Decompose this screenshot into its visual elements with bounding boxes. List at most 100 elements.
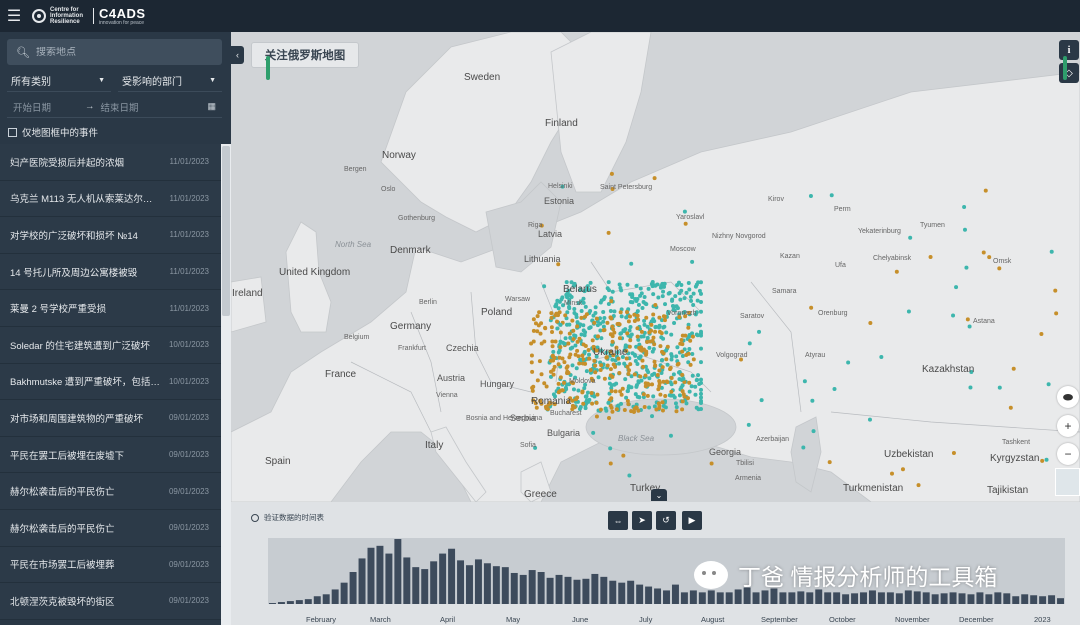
event-marker[interactable]	[606, 230, 611, 235]
event-marker[interactable]	[639, 348, 644, 353]
event-marker[interactable]	[622, 407, 627, 412]
event-marker[interactable]	[686, 281, 691, 286]
event-list-item[interactable]: Soledar 的住宅建筑遭到广泛破坏 10/01/2023	[0, 326, 221, 364]
event-marker[interactable]	[572, 307, 577, 312]
event-marker[interactable]	[587, 352, 592, 357]
event-marker[interactable]	[1011, 366, 1016, 371]
event-marker[interactable]	[614, 407, 619, 412]
event-marker[interactable]	[581, 401, 586, 406]
event-marker[interactable]	[684, 290, 689, 295]
event-marker[interactable]	[584, 369, 589, 374]
event-marker[interactable]	[580, 389, 585, 394]
event-marker[interactable]	[635, 326, 640, 331]
event-list-scrollbar[interactable]	[221, 144, 231, 625]
event-marker[interactable]	[574, 315, 579, 320]
event-marker[interactable]	[673, 294, 678, 299]
event-marker[interactable]	[660, 408, 665, 413]
event-marker[interactable]	[575, 395, 580, 400]
event-marker[interactable]	[563, 336, 568, 341]
search-box[interactable]: 🔍︎	[7, 39, 222, 65]
event-marker[interactable]	[757, 329, 762, 334]
event-marker[interactable]	[1049, 249, 1054, 254]
event-marker[interactable]	[636, 317, 641, 322]
event-marker[interactable]	[558, 345, 563, 350]
event-marker[interactable]	[643, 301, 648, 306]
event-marker[interactable]	[570, 318, 575, 323]
event-marker[interactable]	[962, 227, 967, 232]
event-marker[interactable]	[636, 355, 641, 360]
event-marker[interactable]	[625, 331, 630, 336]
event-marker[interactable]	[832, 386, 837, 391]
event-marker[interactable]	[595, 392, 600, 397]
event-marker[interactable]	[657, 368, 662, 373]
event-marker[interactable]	[642, 295, 647, 300]
event-marker[interactable]	[625, 282, 630, 287]
event-marker[interactable]	[652, 342, 657, 347]
event-marker[interactable]	[1053, 288, 1058, 293]
event-marker[interactable]	[657, 405, 662, 410]
event-list-item[interactable]: 妇产医院受损后并起的浓烟 11/01/2023	[0, 144, 221, 181]
event-marker[interactable]	[612, 382, 617, 387]
event-marker[interactable]	[699, 395, 703, 400]
event-list-item[interactable]: 赫尔松袭击后的平民伤亡 09/01/2023	[0, 509, 221, 547]
event-marker[interactable]	[867, 417, 872, 422]
event-marker[interactable]	[581, 328, 586, 333]
event-marker[interactable]	[649, 319, 654, 324]
reset-icon[interactable]: ↺	[656, 511, 676, 530]
cir-logo[interactable]: Centre for Information Resilience	[32, 7, 88, 25]
event-marker[interactable]	[626, 371, 631, 376]
event-marker[interactable]	[555, 298, 560, 303]
event-marker[interactable]	[889, 471, 894, 476]
collapse-sidebar-button[interactable]: ‹	[231, 46, 244, 64]
event-marker[interactable]	[542, 381, 547, 386]
timeline-toggle-chevron-icon[interactable]: ⌄	[651, 489, 667, 501]
event-marker[interactable]	[618, 310, 623, 315]
event-marker[interactable]	[650, 372, 655, 377]
event-marker[interactable]	[590, 338, 595, 343]
event-marker[interactable]	[709, 461, 714, 466]
event-marker[interactable]	[680, 353, 685, 358]
timeline-range-handle-start[interactable]	[266, 56, 270, 80]
event-marker[interactable]	[576, 388, 581, 393]
event-marker[interactable]	[693, 384, 698, 389]
event-marker[interactable]	[617, 336, 622, 341]
event-marker[interactable]	[680, 407, 685, 412]
event-marker[interactable]	[916, 483, 921, 488]
event-marker[interactable]	[625, 389, 630, 394]
event-marker[interactable]	[759, 398, 764, 403]
event-marker[interactable]	[549, 325, 554, 330]
fit-range-button[interactable]: ⇔	[608, 511, 628, 530]
event-marker[interactable]	[694, 378, 699, 383]
event-marker[interactable]	[581, 361, 586, 366]
event-list-item[interactable]: 北顿涅茨克被毁坏的街区 09/01/2023	[0, 583, 221, 620]
event-marker[interactable]	[562, 360, 567, 365]
event-marker[interactable]	[613, 389, 618, 394]
event-marker[interactable]	[550, 339, 555, 344]
event-marker[interactable]	[573, 343, 578, 348]
event-marker[interactable]	[647, 405, 652, 410]
event-marker[interactable]	[642, 322, 647, 327]
event-marker[interactable]	[640, 306, 645, 311]
event-marker[interactable]	[619, 392, 624, 397]
event-marker[interactable]	[550, 353, 555, 358]
event-marker[interactable]	[690, 351, 695, 356]
event-marker[interactable]	[550, 344, 555, 349]
event-marker[interactable]	[1008, 405, 1013, 410]
event-marker[interactable]	[1046, 382, 1051, 387]
event-marker[interactable]	[565, 369, 570, 374]
event-marker[interactable]	[539, 372, 544, 377]
event-marker[interactable]	[699, 387, 703, 392]
event-marker[interactable]	[1044, 457, 1049, 462]
event-marker[interactable]	[661, 379, 666, 384]
zoom-out-button[interactable]: −	[1057, 443, 1079, 465]
event-marker[interactable]	[560, 295, 565, 300]
event-marker[interactable]	[530, 388, 535, 393]
event-marker[interactable]	[608, 315, 613, 320]
event-marker[interactable]	[608, 367, 613, 372]
event-marker[interactable]	[652, 359, 657, 364]
event-marker[interactable]	[558, 339, 563, 344]
event-marker[interactable]	[900, 467, 905, 472]
event-marker[interactable]	[651, 292, 656, 297]
event-marker[interactable]	[583, 314, 588, 319]
event-marker[interactable]	[846, 360, 851, 365]
